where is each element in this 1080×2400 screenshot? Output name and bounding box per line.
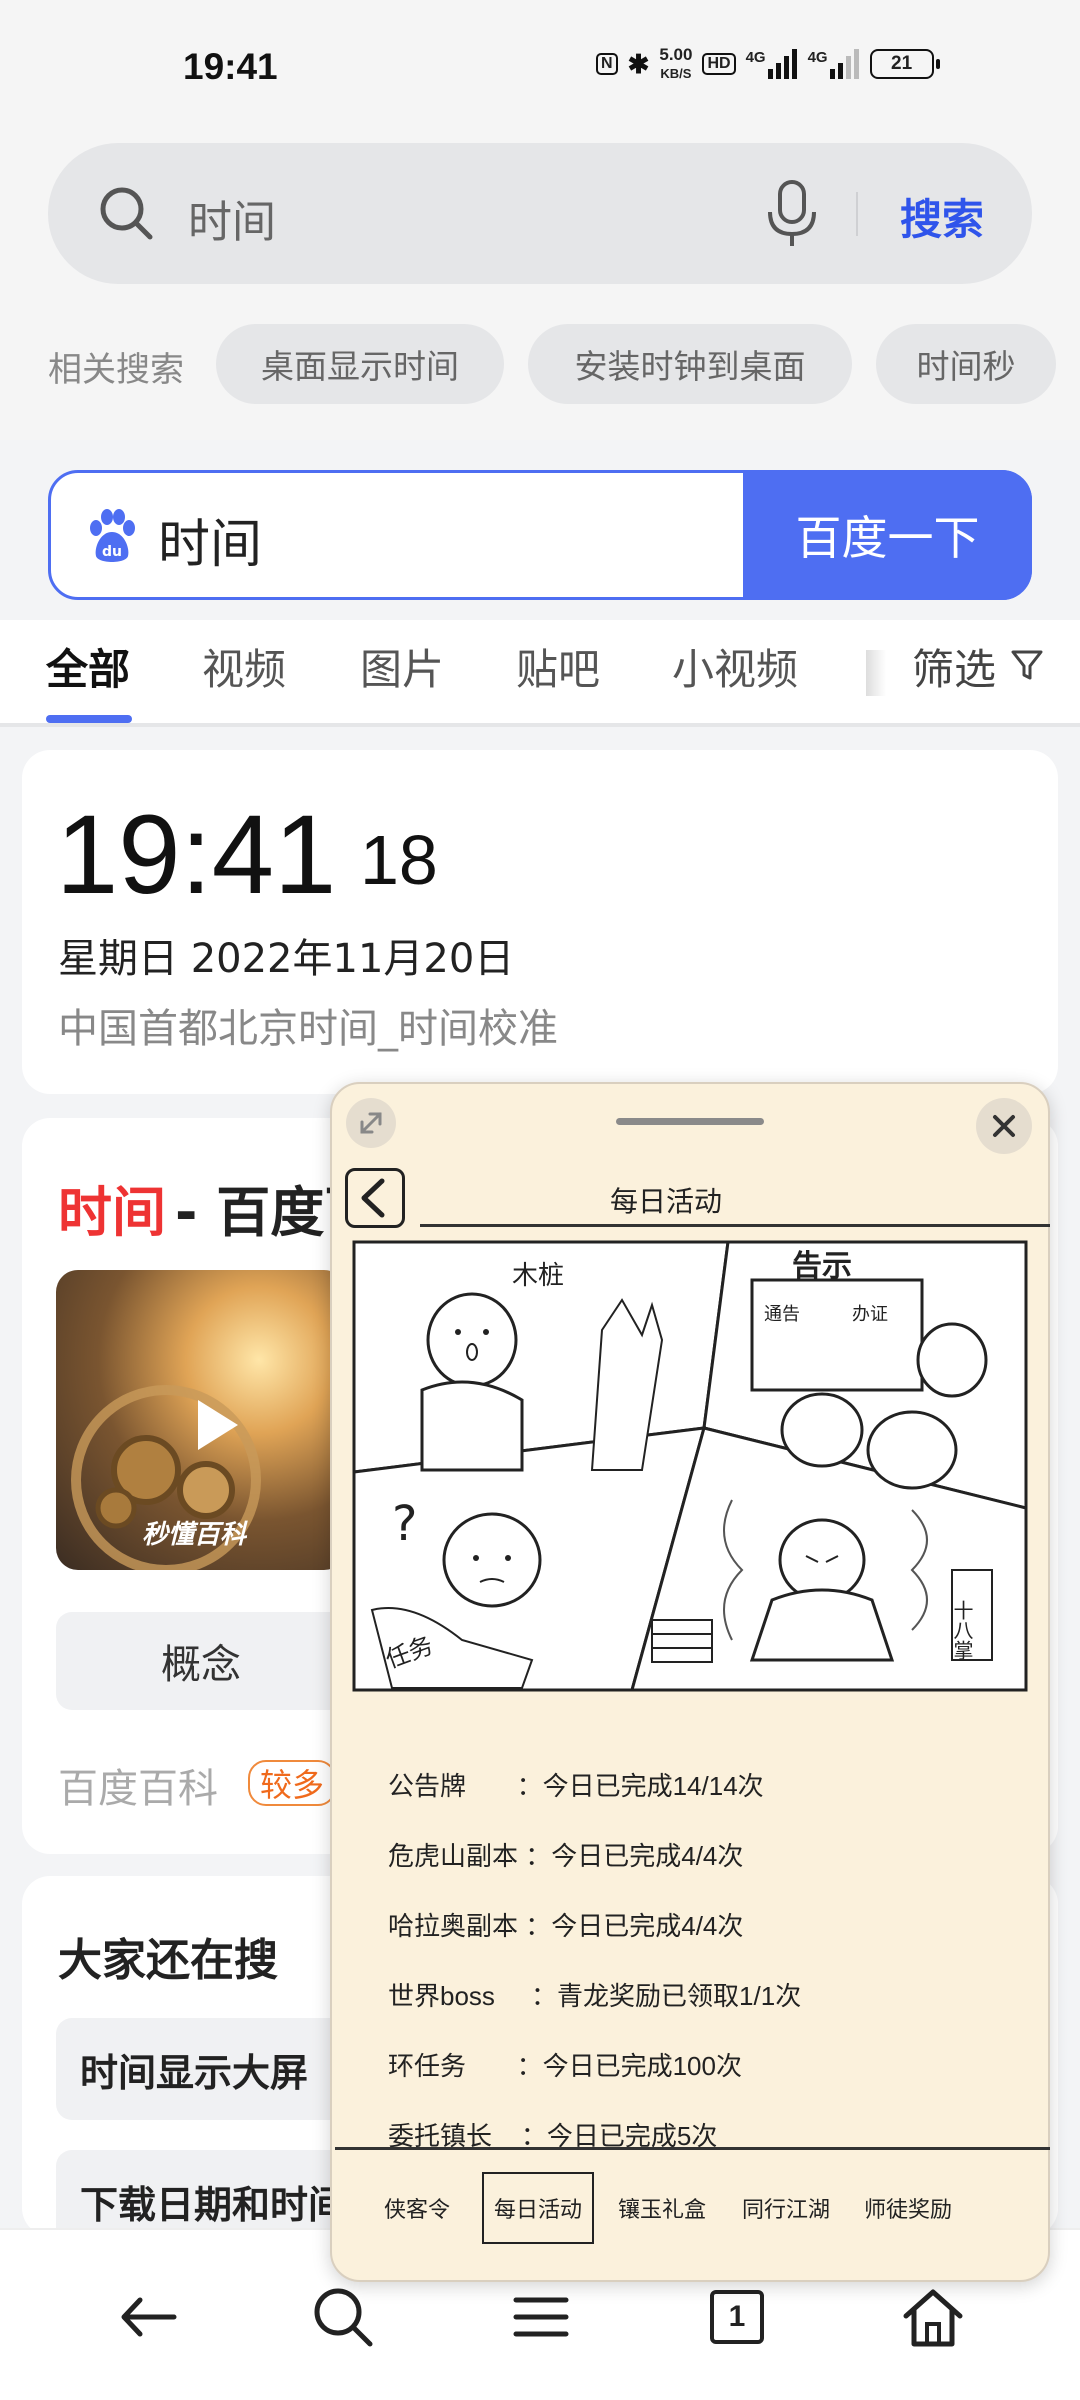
baike-badge: 较多 [248,1760,337,1806]
baidu-paw-icon: du [90,509,135,562]
record-sep: ： [466,2051,543,2081]
chevron-left-icon [361,1178,385,1218]
expand-icon[interactable] [346,1098,396,1148]
comic-notice-right: 办证 [852,1304,888,1325]
clock-seconds: 18 [360,821,438,899]
bluetooth-icon: ✱ [627,48,650,79]
game-tab-daily[interactable]: 每日活动 [494,2192,582,2224]
nfc-icon: N [596,53,618,75]
clock-subtitle[interactable]: 中国首都北京时间_时间校准 [58,996,558,1054]
tab-bar-rule [335,2147,1050,2150]
clock-date: 星期日 2022年11月20日 [58,936,515,982]
top-search-button[interactable]: 搜索 [900,186,984,247]
tab-short-video[interactable]: 小视频 [672,636,798,697]
record-sep: ： [518,1841,552,1871]
game-tab-xiakeling[interactable]: 侠客令 [384,2192,450,2224]
related-chip[interactable]: 安装时钟到桌面 [528,324,852,404]
search-icon [100,187,153,240]
activity-record: 哈拉奥副本 ：今日已完成4/4次 [388,1906,743,1943]
record-status: 今日已完成14/14次 [542,1771,764,1801]
title-rule [420,1224,1050,1227]
game-panel-title: 每日活动 [610,1186,723,1217]
svg-text:?: ? [392,1496,417,1552]
comic-notice-label: 告示 [792,1249,852,1284]
back-arrow-icon[interactable] [114,2282,184,2352]
status-icons: N ✱ 5.00 KB/S HD 4G 4G 21 [596,44,940,84]
activity-record: 公告牌 ：今日已完成14/14次 [388,1766,764,1803]
home-icon[interactable] [898,2282,968,2352]
record-sep: ： [494,1981,558,2011]
menu-icon[interactable] [506,2282,576,2352]
comic-notice-left: 通告 [764,1304,800,1325]
close-x-icon [993,1115,1015,1137]
record-name: 世界boss [388,1981,495,2011]
microphone-icon[interactable] [764,178,820,248]
signal-bars-icon [829,49,859,79]
record-name: 哈拉奥副本 [388,1911,519,1941]
record-name: 公告牌 [388,1771,467,1801]
baike-title-highlight[interactable]: 时间 [58,1168,166,1247]
related-search-label: 相关搜索 [48,350,184,390]
battery-level: 21 [891,53,913,74]
concept-button[interactable]: 概念 [56,1612,346,1710]
activity-record: 危虎山副本 ：今日已完成4/4次 [388,1836,743,1873]
network-label-1: 4G [745,49,766,66]
related-chip[interactable]: 时间秒 [876,324,1056,404]
tab-active-indicator [46,715,132,723]
signal-icon-2: 4G [808,49,860,79]
speed-value: 5.00 [659,44,693,64]
speed-unit: KB/S [660,65,692,81]
network-label-2: 4G [807,49,828,66]
game-tab-mentor[interactable]: 师徒奖励 [864,2192,952,2224]
expand-arrows-icon [360,1112,382,1134]
play-icon[interactable] [178,1390,248,1460]
record-name: 环任务 [388,2051,467,2081]
baike-source: 百度百科 [58,1766,218,1812]
clock-time: 19:41 [56,792,337,917]
battery-icon: 21 [869,49,940,79]
close-icon[interactable] [976,1098,1032,1154]
filter-icon[interactable] [1010,648,1044,682]
record-status: 青龙奖励已领取1/1次 [557,1981,802,2011]
filter-button[interactable]: 筛选 [912,636,996,697]
comic-stake-label: 木桩 [512,1261,564,1291]
status-time: 19:41 [183,46,278,87]
also-search-title: 大家还在搜 [58,1935,278,1986]
record-status: 今日已完成4/4次 [551,1911,744,1941]
signal-bars-icon [767,49,797,79]
record-status: 今日已完成100次 [542,2051,742,2081]
tab-fade [866,650,886,696]
tab-video[interactable]: 视频 [202,636,286,697]
tabs-divider [0,723,1080,727]
activity-record: 世界boss ：青龙奖励已领取1/1次 [388,1976,801,2013]
search-divider [856,192,858,236]
game-tab-jade-box[interactable]: 镶玉礼盒 [618,2192,706,2224]
tabs-counter-icon[interactable]: 1 [710,2290,764,2344]
video-brand: 秒懂百科 [142,1520,247,1550]
baidu-search-button[interactable]: 百度一下 [743,470,1032,600]
baidu-search-input[interactable]: 时间 [158,502,262,577]
svg-text:du: du [102,544,122,560]
game-back-button[interactable] [345,1168,405,1228]
search-icon[interactable] [308,2282,378,2352]
baike-video-thumbnail[interactable]: 秒懂百科 [56,1270,346,1570]
tab-count: 1 [728,2300,746,2333]
activity-record: 环任务 ：今日已完成100次 [388,2046,742,2083]
game-tab-jianghu[interactable]: 同行江湖 [742,2192,830,2224]
record-sep: ： [518,1911,552,1941]
top-search-input[interactable]: 时间 [188,186,276,250]
window-drag-handle[interactable] [616,1118,764,1125]
hd-icon: HD [702,53,736,75]
related-chip[interactable]: 桌面显示时间 [216,324,504,404]
record-name: 危虎山副本 [388,1841,519,1871]
tab-all[interactable]: 全部 [46,636,130,697]
record-status: 今日已完成4/4次 [551,1841,744,1871]
record-sep: ： [466,1771,543,1801]
tab-tieba[interactable]: 贴吧 [516,636,600,697]
signal-icon-1: 4G [746,49,798,79]
tab-images[interactable]: 图片 [360,636,444,697]
network-speed: 5.00 KB/S [659,44,693,83]
comic-illustration: 木桩 告示 通告 办证 任务 ? 十八掌 [352,1240,1028,1692]
comic-scroll-right-label: 十八掌 [950,1600,974,1660]
